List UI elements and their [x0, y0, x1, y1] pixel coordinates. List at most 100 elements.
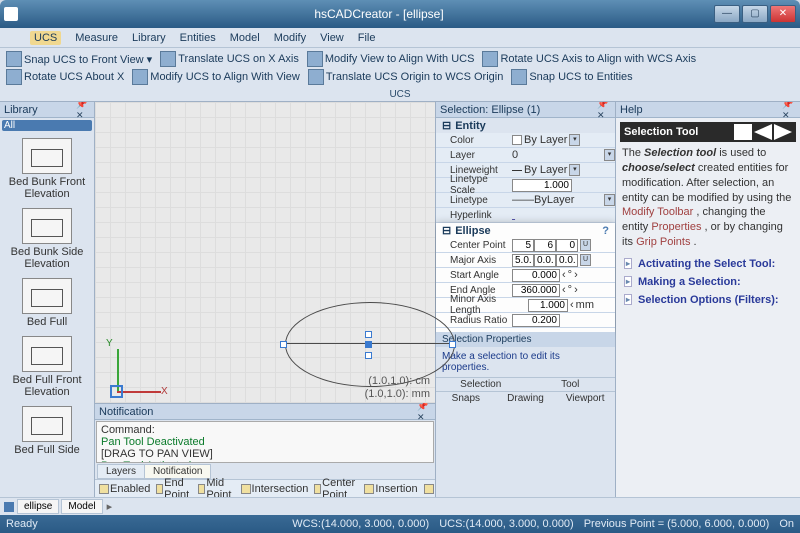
help-topic-title: Selection Tool: [624, 126, 698, 138]
library-item-label: Bed Full Front Elevation: [12, 374, 81, 398]
doc-icon: [4, 502, 14, 512]
menu-model[interactable]: Model: [230, 32, 260, 44]
ribbon-translate-origin[interactable]: Translate UCS Origin to WCS Origin: [308, 69, 503, 85]
menu-modify[interactable]: Modify: [274, 32, 306, 44]
menu-file[interactable]: File: [358, 32, 376, 44]
ucs-icon: [132, 69, 148, 85]
selection-props-hint: Make a selection to edit its properties.: [436, 347, 615, 377]
statusbar: Ready WCS:(14.000, 3.000, 0.000) UCS:(14…: [0, 515, 800, 533]
close-button[interactable]: ✕: [770, 5, 796, 23]
snap-midpoint[interactable]: Mid Point: [198, 477, 234, 498]
tab-tool[interactable]: Tool: [526, 378, 616, 391]
radius-ratio-field[interactable]: [510, 314, 615, 327]
library-item-label: Bed Full: [27, 316, 67, 328]
ribbon-translate-x[interactable]: Translate UCS on X Axis: [160, 51, 299, 67]
help-section-activating[interactable]: Activating the Select Tool:: [620, 254, 796, 272]
drawing-canvas[interactable]: Y X (1.0,1.0): cm(1.0,1.0): mm: [95, 102, 435, 403]
menu-entities[interactable]: Entities: [180, 32, 216, 44]
notification-log: Command: Pan Tool Deactivated [DRAG TO P…: [96, 421, 434, 463]
status-prev-point: Previous Point = (5.000, 6.000, 0.000): [584, 518, 770, 530]
ucs-icon: [482, 51, 498, 67]
library-item-label: Bed Bunk Front Elevation: [9, 176, 85, 200]
grip-top[interactable]: [365, 331, 372, 338]
ucs-icon: [308, 69, 324, 85]
ucs-icon: [6, 69, 22, 85]
menu-library[interactable]: Library: [132, 32, 166, 44]
pin-icon[interactable]: 📌 ✕: [76, 102, 90, 121]
selection-properties-panel: Selection Properties Make a selection to…: [436, 332, 615, 497]
grip-bottom[interactable]: [365, 352, 372, 359]
snap-insertion[interactable]: Insertion: [364, 483, 417, 495]
grip-center[interactable]: [365, 341, 372, 348]
ribbon-snap-entities[interactable]: Snap UCS to Entities: [511, 69, 632, 85]
ellipse-properties: ⊟Ellipse? Center PointU Major AxisU Star…: [436, 223, 615, 332]
list-item[interactable]: Bed Bunk Side Elevation: [0, 203, 94, 273]
help-link-properties[interactable]: Properties: [651, 221, 701, 233]
tab-ellipse[interactable]: ellipse: [17, 499, 59, 514]
status-ready: Ready: [6, 518, 38, 530]
help-back-icon[interactable]: [754, 124, 772, 140]
entity-header[interactable]: Entity: [455, 120, 486, 132]
notification-tabs: Layers Notification: [95, 464, 435, 479]
ellipse-header[interactable]: Ellipse: [455, 225, 490, 237]
center-point-field[interactable]: U: [510, 239, 615, 252]
snap-enabled[interactable]: Enabled: [99, 483, 150, 495]
ribbon-group-title: UCS: [0, 89, 800, 100]
tab-drawing[interactable]: Drawing: [496, 392, 556, 405]
tab-nav-icon[interactable]: ▸: [107, 500, 113, 513]
help-section-making[interactable]: Making a Selection:: [620, 272, 796, 290]
selection-title: Selection: Ellipse (1): [440, 104, 540, 116]
help-link-grip[interactable]: Grip Points: [636, 236, 690, 248]
selection-header: Selection: Ellipse (1) 📌 ✕: [436, 102, 615, 118]
notification-header: Notification 📌 ✕: [95, 404, 435, 420]
minimize-button[interactable]: —: [714, 5, 740, 23]
menubar: UCS Measure Library Entities Model Modif…: [0, 28, 800, 48]
menu-ucs[interactable]: UCS: [30, 31, 61, 45]
list-item[interactable]: Bed Full: [0, 273, 94, 331]
menu-measure[interactable]: Measure: [75, 32, 118, 44]
snap-intersection[interactable]: Intersection: [241, 483, 309, 495]
help-section-options[interactable]: Selection Options (Filters):: [620, 290, 796, 308]
help-forward-icon[interactable]: [774, 124, 792, 140]
maximize-button[interactable]: ▢: [742, 5, 768, 23]
ribbon-rotate-align-wcs[interactable]: Rotate UCS Axis to Align with WCS Axis: [482, 51, 696, 67]
snap-centerpoint[interactable]: Center Point: [314, 477, 358, 498]
list-item[interactable]: Bed Full Front Elevation: [0, 331, 94, 401]
list-item[interactable]: Bed Bunk Front Elevation: [0, 133, 94, 203]
tab-viewport[interactable]: Viewport: [555, 392, 615, 405]
status-ucs: UCS:(14.000, 3.000, 0.000): [439, 518, 574, 530]
help-content: Selection Tool The Selection tool is use…: [616, 118, 800, 497]
tab-layers[interactable]: Layers: [97, 464, 145, 479]
ribbon-modify-view-align[interactable]: Modify View to Align With UCS: [307, 51, 475, 67]
ucs-icon: [160, 51, 176, 67]
snap-toolbar: Enabled End Point Mid Point Intersection…: [95, 479, 435, 497]
ribbon-snap-ucs-front[interactable]: Snap UCS to Front View ▾: [6, 51, 152, 67]
start-angle-field[interactable]: ‹°›: [510, 269, 615, 282]
tab-selection[interactable]: Selection: [436, 378, 526, 391]
app-icon: [4, 7, 18, 21]
pin-icon[interactable]: 📌 ✕: [417, 401, 431, 423]
menu-view[interactable]: View: [320, 32, 344, 44]
library-header: Library 📌 ✕: [0, 102, 94, 118]
tab-model[interactable]: Model: [61, 499, 102, 514]
notification-title: Notification: [99, 406, 153, 418]
window-title: hsCADCreator - [ellipse]: [44, 7, 714, 21]
ucs-icon: [307, 51, 323, 67]
ucs-icon: [6, 51, 22, 67]
major-axis-field[interactable]: U: [510, 254, 615, 267]
snap-endpoint[interactable]: End Point: [156, 477, 192, 498]
tab-snaps[interactable]: Snaps: [436, 392, 496, 405]
list-item[interactable]: Bed Full Side: [0, 401, 94, 459]
ribbon-modify-ucs-align[interactable]: Modify UCS to Align With View: [132, 69, 300, 85]
grip-right[interactable]: [449, 341, 456, 348]
titlebar: hsCADCreator - [ellipse] — ▢ ✕: [0, 0, 800, 28]
help-icon[interactable]: ?: [602, 225, 609, 237]
help-header: Help 📌 ✕: [616, 102, 800, 118]
minor-axis-field[interactable]: ‹mm: [526, 299, 615, 312]
help-home-icon[interactable]: [734, 124, 752, 140]
grip-left[interactable]: [280, 341, 287, 348]
cursor-coords: (1.0,1.0): cm(1.0,1.0): mm: [365, 375, 430, 401]
ribbon-rotate-about-x[interactable]: Rotate UCS About X: [6, 69, 124, 85]
library-filter[interactable]: All: [2, 120, 92, 131]
help-link-modify[interactable]: Modify Toolbar: [622, 206, 693, 218]
